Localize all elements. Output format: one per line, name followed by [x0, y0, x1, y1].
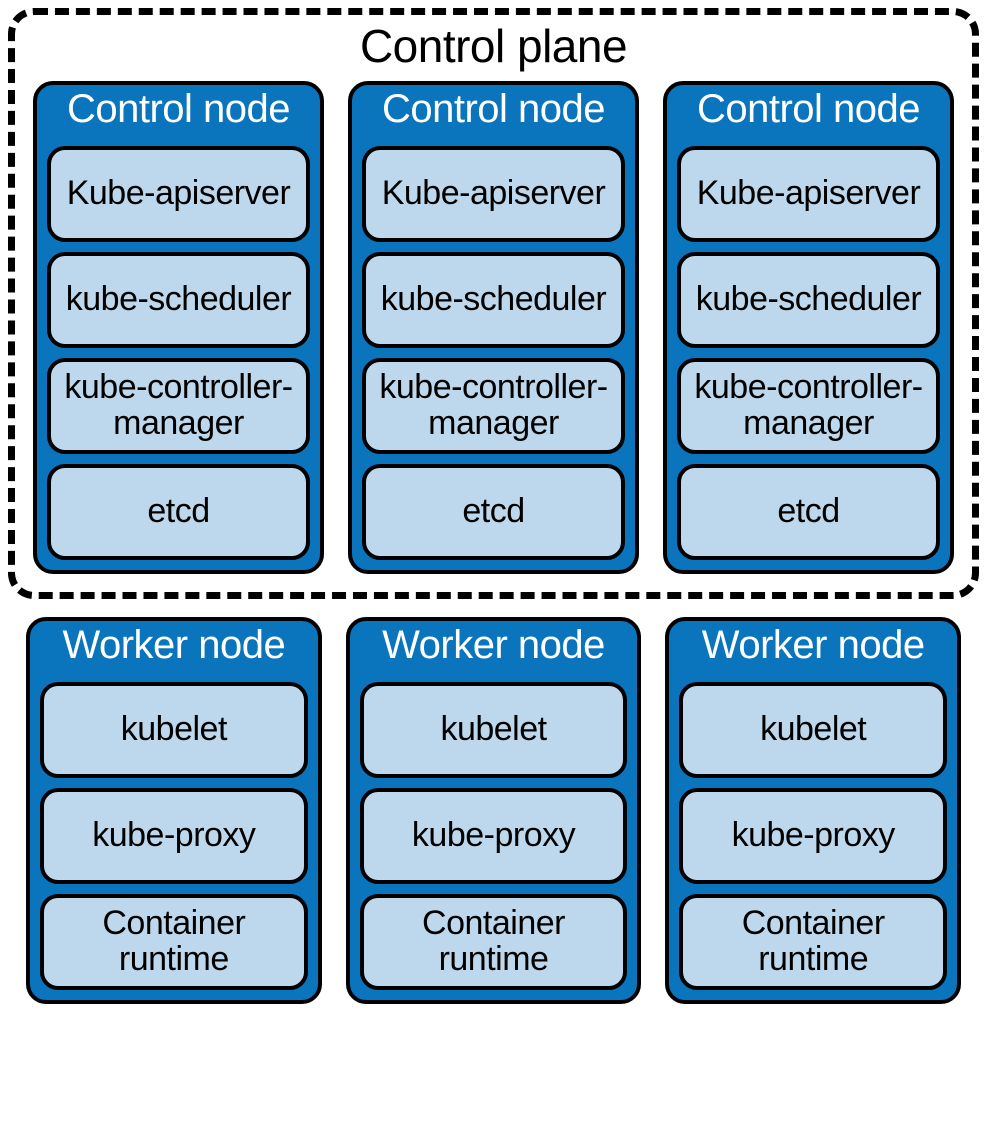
- component-kube-proxy: kube-proxy: [360, 788, 628, 884]
- control-node-title: Control node: [677, 87, 940, 132]
- control-plane-title: Control plane: [33, 19, 954, 73]
- component-kube-controller-manager: kube-controller-manager: [362, 358, 625, 454]
- worker-node: Worker node kubelet kube-proxy Container…: [346, 617, 642, 1004]
- component-etcd: etcd: [677, 464, 940, 560]
- worker-node-title: Worker node: [40, 623, 308, 668]
- component-kube-proxy: kube-proxy: [679, 788, 947, 884]
- control-node-title: Control node: [47, 87, 310, 132]
- component-kubelet: kubelet: [360, 682, 628, 778]
- control-node-title: Control node: [362, 87, 625, 132]
- component-kubelet: kubelet: [679, 682, 947, 778]
- component-kube-apiserver: Kube-apiserver: [47, 146, 310, 242]
- component-kube-apiserver: Kube-apiserver: [677, 146, 940, 242]
- component-kube-apiserver: Kube-apiserver: [362, 146, 625, 242]
- worker-node: Worker node kubelet kube-proxy Container…: [26, 617, 322, 1004]
- component-kube-scheduler: kube-scheduler: [362, 252, 625, 348]
- component-container-runtime: Container runtime: [40, 894, 308, 990]
- control-node: Control node Kube-apiserver kube-schedul…: [33, 81, 324, 574]
- worker-node-title: Worker node: [360, 623, 628, 668]
- worker-nodes-row: Worker node kubelet kube-proxy Container…: [8, 617, 979, 1004]
- control-node: Control node Kube-apiserver kube-schedul…: [348, 81, 639, 574]
- control-plane-group: Control plane Control node Kube-apiserve…: [8, 8, 979, 599]
- component-etcd: etcd: [362, 464, 625, 560]
- component-kube-proxy: kube-proxy: [40, 788, 308, 884]
- component-kube-controller-manager: kube-controller-manager: [47, 358, 310, 454]
- component-kube-scheduler: kube-scheduler: [677, 252, 940, 348]
- component-kube-controller-manager: kube-controller-manager: [677, 358, 940, 454]
- worker-node-title: Worker node: [679, 623, 947, 668]
- control-node: Control node Kube-apiserver kube-schedul…: [663, 81, 954, 574]
- component-etcd: etcd: [47, 464, 310, 560]
- control-nodes-row: Control node Kube-apiserver kube-schedul…: [33, 81, 954, 574]
- component-kube-scheduler: kube-scheduler: [47, 252, 310, 348]
- component-container-runtime: Container runtime: [360, 894, 628, 990]
- component-kubelet: kubelet: [40, 682, 308, 778]
- worker-node: Worker node kubelet kube-proxy Container…: [665, 617, 961, 1004]
- component-container-runtime: Container runtime: [679, 894, 947, 990]
